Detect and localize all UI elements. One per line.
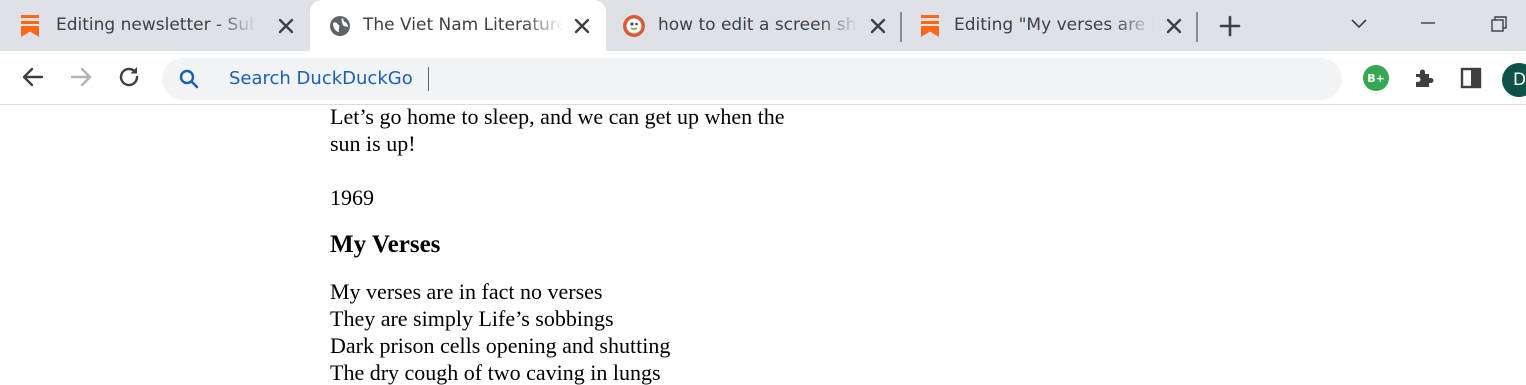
poem-date: 1969 [330, 185, 374, 210]
address-bar-placeholder: Search DuckDuckGo [229, 68, 413, 89]
close-tab-icon[interactable] [276, 16, 296, 36]
minimize-icon[interactable] [1414, 12, 1442, 36]
back-arrow-icon[interactable] [20, 64, 46, 90]
page-content: Let’s go home to sleep, and we can get u… [0, 106, 1526, 385]
new-tab-icon[interactable] [1216, 12, 1244, 40]
poem-line: sun is up! [330, 131, 416, 156]
close-tab-icon[interactable] [1164, 16, 1184, 36]
intro-stanza: Let’s go home to sleep, and we can get u… [330, 106, 785, 157]
text-caret [428, 67, 429, 91]
browser-toolbar: Search DuckDuckGo B+ D [0, 51, 1526, 105]
tab-separator [1196, 12, 1198, 42]
poem-line: My verses are in fact no verses [330, 279, 603, 304]
restore-icon[interactable] [1484, 12, 1512, 36]
poem-line: Dark prison cells opening and shutting [330, 333, 671, 358]
tab-strip: Editing newsletter - Substack The Viet N… [0, 0, 1526, 51]
substack-icon [21, 15, 39, 37]
tab-substack-newsletter[interactable]: Editing newsletter - Substack [0, 0, 308, 51]
puzzle-icon[interactable] [1410, 64, 1438, 92]
address-bar[interactable]: Search DuckDuckGo [162, 58, 1342, 100]
tab-substack-editing-verses[interactable]: Editing "My verses are in fact no verses… [902, 0, 1196, 51]
tab-viet-nam-literature[interactable]: The Viet Nam Literature Project [310, 0, 606, 51]
tab-title: Editing newsletter - Substack [56, 15, 256, 35]
avatar[interactable]: D [1502, 63, 1526, 97]
tab-duckduckgo-search[interactable]: how to edit a screen shot [606, 0, 900, 51]
poem-stanza: My verses are in fact no verses They are… [330, 278, 670, 385]
forward-arrow-icon[interactable] [68, 64, 94, 90]
globe-icon [330, 16, 350, 36]
tab-title: Editing "My verses are in fact no verses… [954, 15, 1154, 35]
side-panel-icon[interactable] [1457, 64, 1485, 92]
poem-line: They are simply Life’s sobbings [330, 306, 614, 331]
search-icon [179, 69, 199, 89]
close-tab-icon[interactable] [572, 16, 592, 36]
poem-line: Let’s go home to sleep, and we can get u… [330, 106, 785, 129]
poem-title: My Verses [330, 231, 441, 258]
tab-title: how to edit a screen shot [658, 15, 858, 35]
grammarly-extension-icon[interactable]: B+ [1363, 65, 1389, 91]
poem-line: The dry cough of two caving in lungs [330, 360, 661, 385]
reload-icon[interactable] [116, 64, 142, 90]
duckduckgo-icon [623, 15, 645, 37]
substack-icon [921, 15, 939, 37]
close-tab-icon[interactable] [868, 16, 888, 36]
tab-title: The Viet Nam Literature Project [363, 15, 563, 35]
tab-search-chevron-icon[interactable] [1345, 12, 1373, 36]
